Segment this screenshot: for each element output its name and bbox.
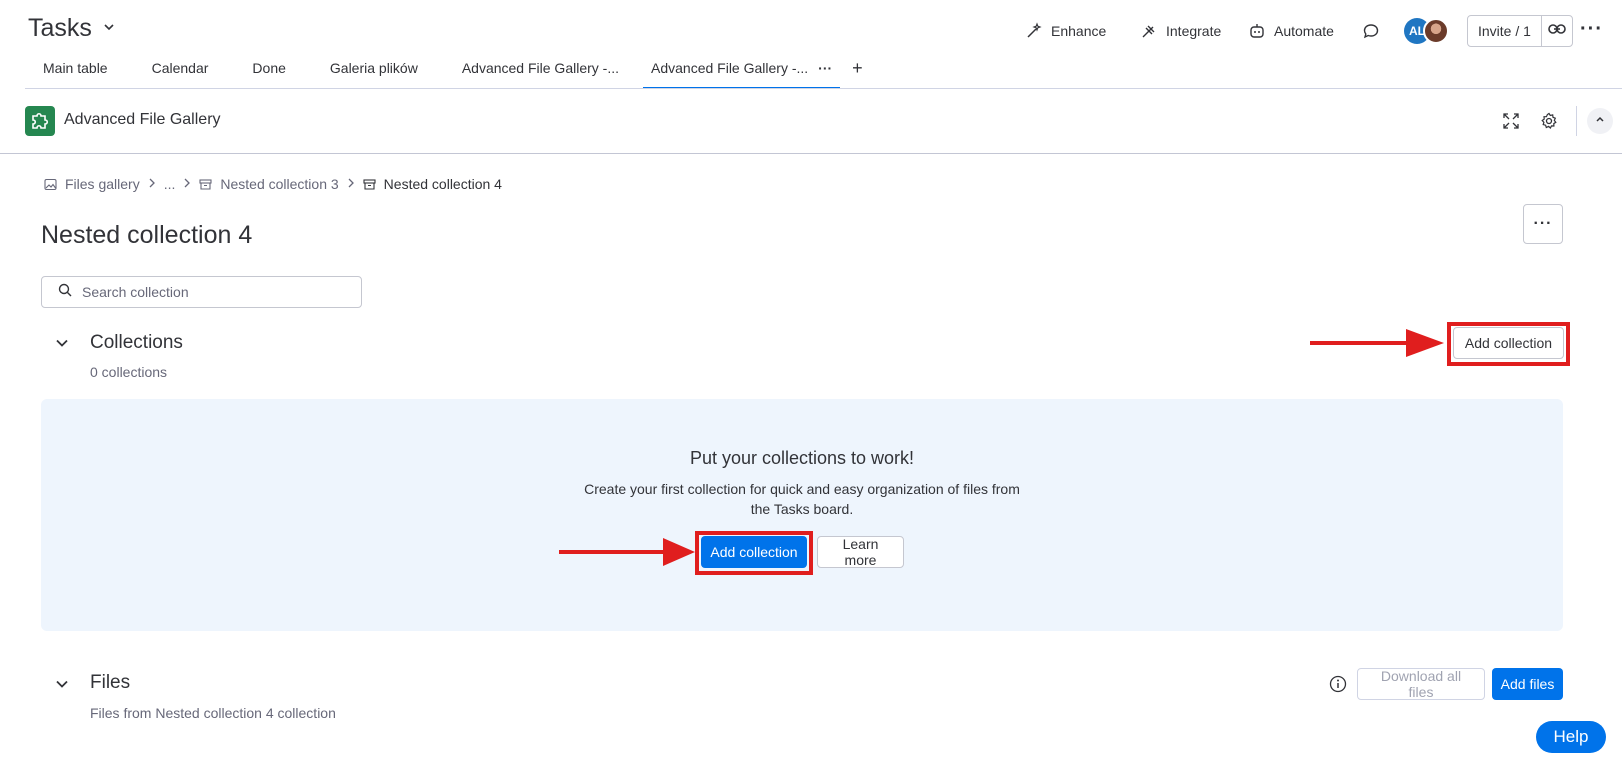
empty-state-title: Put your collections to work! — [689, 448, 915, 468]
fullscreen-icon[interactable] — [1500, 110, 1522, 132]
collections-count: 0 collections — [90, 364, 168, 380]
link-icon — [1548, 22, 1566, 41]
image-icon — [44, 178, 57, 191]
search-box[interactable] — [41, 276, 362, 308]
files-subtitle: Files from Nested collection 4 collectio… — [90, 705, 336, 721]
tab-calendar[interactable]: Calendar — [126, 52, 235, 89]
tab-advanced-file-gallery-1[interactable]: Advanced File Gallery -... — [444, 52, 643, 89]
chevron-right-icon — [183, 177, 191, 192]
search-icon — [58, 283, 72, 302]
annotation-arrow-head-icon — [663, 538, 695, 566]
tabs-divider — [25, 88, 1622, 89]
puzzle-icon — [25, 106, 55, 136]
chat-bubble-icon — [1362, 22, 1380, 40]
breadcrumb: Files gallery ... Nested collection 3 Ne… — [44, 176, 502, 192]
integrate-button[interactable]: Integrate — [1140, 18, 1221, 44]
add-collection-button[interactable]: Add collection — [1453, 327, 1564, 359]
empty-state-description: Create your first collection for quick a… — [584, 481, 1020, 517]
magic-wand-icon — [1025, 22, 1043, 40]
chevron-right-icon — [347, 177, 355, 192]
invite-button[interactable]: Invite / 1 — [1468, 16, 1542, 46]
chevron-right-icon — [148, 177, 156, 192]
help-button[interactable]: Help — [1536, 721, 1606, 753]
tab-advanced-file-gallery-2[interactable]: Advanced File Gallery -... ··· — [643, 52, 841, 89]
avatar-photo[interactable] — [1423, 18, 1449, 44]
files-collapse-icon[interactable] — [54, 676, 70, 692]
app-name: Advanced File Gallery — [64, 111, 221, 128]
archive-box-icon — [199, 178, 212, 191]
add-collection-primary-button[interactable]: Add collection — [701, 536, 807, 568]
invite-group: Invite / 1 — [1467, 15, 1573, 47]
plug-icon — [1140, 22, 1158, 40]
search-input[interactable] — [82, 284, 342, 300]
enhance-label: Enhance — [1051, 23, 1107, 39]
chevron-up-icon — [1594, 112, 1606, 130]
updates-button[interactable] — [1362, 18, 1380, 44]
collection-menu-button[interactable]: ··· — [1523, 204, 1563, 244]
copy-link-button[interactable] — [1542, 16, 1572, 46]
page-title: Nested collection 4 — [41, 221, 253, 249]
breadcrumb-files-gallery[interactable]: Files gallery — [65, 176, 140, 192]
robot-icon — [1248, 22, 1266, 40]
annotation-arrow-head-icon — [1406, 329, 1444, 357]
board-title[interactable]: Tasks — [28, 14, 116, 43]
enhance-button[interactable]: Enhance — [1025, 18, 1106, 44]
automate-button[interactable]: Automate — [1248, 18, 1334, 44]
automate-label: Automate — [1274, 23, 1334, 39]
more-options-icon[interactable]: ··· — [1580, 18, 1603, 41]
tab-galeria-plikow[interactable]: Galeria plików — [312, 52, 444, 89]
annotation-arrow-shaft — [1310, 341, 1410, 345]
collapse-button[interactable] — [1587, 108, 1613, 134]
collections-collapse-icon[interactable] — [54, 335, 70, 351]
download-all-files-button[interactable]: Download all files — [1357, 668, 1485, 700]
learn-more-button[interactable]: Learn more — [817, 536, 904, 568]
breadcrumb-nested-collection-3[interactable]: Nested collection 3 — [220, 176, 338, 192]
add-files-button[interactable]: Add files — [1492, 668, 1563, 700]
breadcrumb-ellipsis[interactable]: ... — [164, 176, 176, 192]
tab-main-table[interactable]: Main table — [25, 52, 126, 89]
chevron-down-icon[interactable] — [102, 20, 116, 37]
tab-label: Advanced File Gallery -... — [651, 60, 809, 76]
info-icon[interactable] — [1329, 675, 1347, 693]
add-view-button[interactable]: + — [840, 52, 863, 89]
collections-title: Collections — [90, 332, 183, 353]
board-title-text: Tasks — [28, 14, 92, 42]
board-views-tabs: Main table Calendar Done Galeria plików … — [25, 52, 863, 89]
tab-done[interactable]: Done — [234, 52, 311, 89]
files-title: Files — [90, 672, 131, 693]
integrate-label: Integrate — [1166, 23, 1222, 39]
annotation-arrow-shaft — [559, 550, 669, 554]
settings-gear-icon[interactable] — [1538, 110, 1560, 132]
appbar-divider — [1576, 106, 1577, 136]
tab-options-icon[interactable]: ··· — [818, 60, 832, 76]
breadcrumb-current: Nested collection 4 — [383, 176, 502, 192]
appbar-divider-line — [0, 153, 1622, 154]
archive-box-icon — [363, 178, 376, 191]
